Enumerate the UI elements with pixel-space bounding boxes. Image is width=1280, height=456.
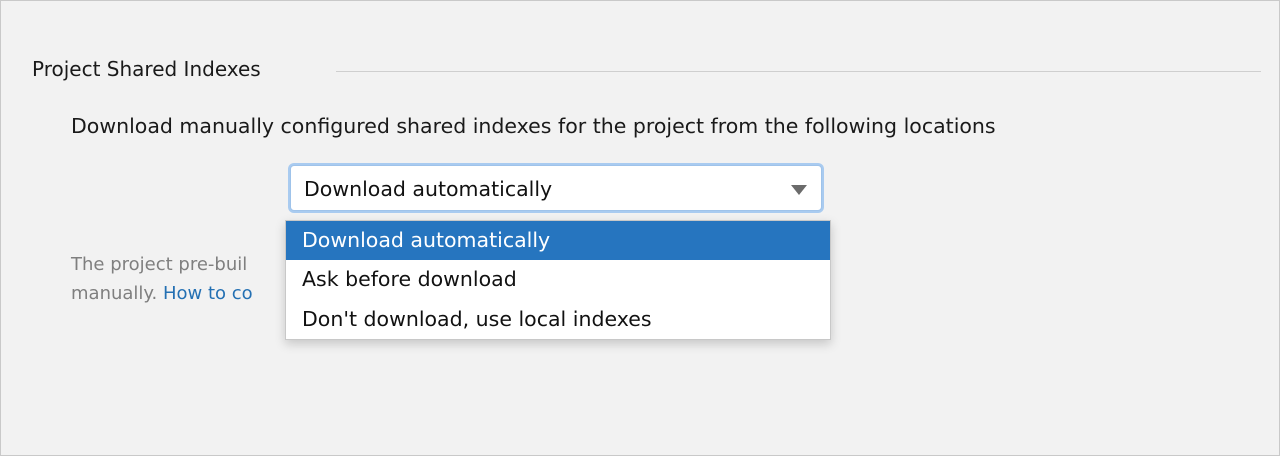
- chevron-down-icon[interactable]: [791, 185, 807, 195]
- combobox-dropdown-list: Download automatically Ask before downlo…: [285, 220, 831, 340]
- hint-text: manually.: [71, 283, 163, 304]
- description-label: Download manually configured shared inde…: [71, 114, 996, 138]
- section-divider: [336, 71, 1261, 72]
- option-download-automatically[interactable]: Download automatically: [286, 221, 830, 261]
- settings-panel: Project Shared Indexes Download manually…: [0, 0, 1280, 456]
- help-link[interactable]: How to co: [163, 283, 253, 304]
- hint-line-2: manually. How to co: [71, 283, 253, 304]
- download-mode-combobox[interactable]: Download automatically: [290, 165, 822, 211]
- hint-line-1: The project pre-buil: [71, 254, 248, 275]
- option-ask-before-download[interactable]: Ask before download: [286, 260, 830, 299]
- section-title: Project Shared Indexes: [32, 57, 261, 81]
- combobox-value: Download automatically: [304, 177, 553, 201]
- option-dont-download[interactable]: Don't download, use local indexes: [286, 300, 830, 339]
